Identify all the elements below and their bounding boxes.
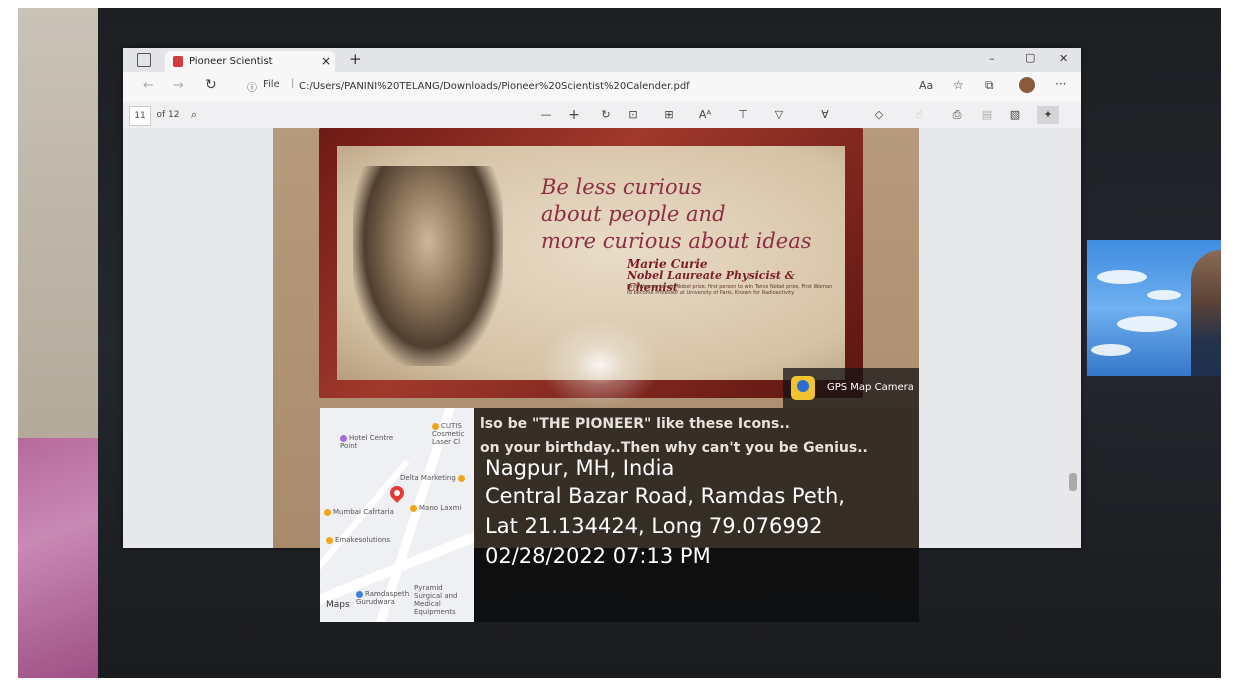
url-prefix: File — [263, 79, 280, 90]
search-icon[interactable]: ⌕ — [187, 106, 201, 124]
text-icon[interactable]: ⊤ — [735, 106, 751, 124]
collections-icon[interactable]: ⧉ — [985, 78, 994, 93]
map-poi-mano: Mano Laxmi — [410, 504, 474, 512]
minimize-button[interactable]: – — [989, 52, 995, 65]
gps-place: Nagpur, MH, India — [485, 456, 675, 480]
scroll-thumb[interactable] — [1069, 473, 1077, 491]
webcam-thumbnail — [1087, 240, 1221, 376]
page-number-input[interactable]: 11 — [129, 106, 151, 126]
refresh-icon[interactable]: ↻ — [205, 77, 217, 93]
tab-actions-icon[interactable] — [137, 53, 151, 67]
quote-line-1: Be less curious — [541, 175, 702, 199]
gps-overlay: Hotel Centre Point CUTIS Cosmetic Laser … — [320, 408, 919, 622]
back-icon[interactable]: ← — [143, 78, 154, 93]
gps-coordinates: Lat 21.134424, Long 79.076992 — [485, 514, 823, 538]
map-poi-hotel: Hotel Centre Point — [340, 434, 394, 450]
read-aloud-icon[interactable]: Aа — [919, 79, 933, 92]
tab-pdf[interactable]: Pioneer Scientist Calender.pdf × — [165, 51, 335, 88]
profile-avatar[interactable] — [1019, 77, 1035, 93]
screen-glare — [540, 320, 660, 410]
tab-close-icon[interactable]: × — [321, 51, 331, 72]
read-aloud-pdf-icon[interactable]: Aᴬ — [697, 106, 713, 124]
save-icon[interactable]: ▤ — [979, 106, 995, 124]
erase-icon[interactable]: ◇ — [871, 106, 887, 124]
map-poi-mumbai: Mumbai Cafrtaria — [324, 508, 394, 516]
zoom-in-button[interactable]: + — [567, 106, 581, 124]
url-field[interactable]: C:/Users/PANINI%20TELANG/Downloads/Pione… — [299, 78, 959, 96]
file-info-icon[interactable]: ⓘ — [247, 79, 257, 94]
maps-logo: Maps — [326, 600, 350, 610]
new-tab-button[interactable]: + — [349, 50, 362, 68]
forward-icon[interactable]: → — [173, 78, 184, 93]
tab-bar: Pioneer Scientist Calender.pdf × + – ▢ ✕ — [123, 48, 1081, 88]
map-poi-delta: Delta Marketing — [400, 474, 474, 482]
pdf-text-line-1: lso be "THE PIONEER" like these Icons.. — [480, 416, 790, 432]
print-icon[interactable]: ⎙ — [949, 106, 965, 124]
highlight-icon[interactable]: ∀ — [817, 106, 833, 124]
quote-text: Be less curious about people and more cu… — [541, 174, 812, 255]
draw-icon[interactable]: ▽ — [771, 106, 787, 124]
close-button[interactable]: ✕ — [1059, 52, 1068, 65]
more-icon[interactable]: ··· — [1055, 77, 1066, 91]
gps-address: Central Bazar Road, Ramdas Peth, — [485, 484, 845, 508]
pink-cloth — [18, 438, 104, 678]
gps-camera-label: GPS Map Camera — [827, 382, 914, 393]
scrollbar[interactable] — [1067, 128, 1079, 548]
quote-line-2: about people and — [541, 202, 726, 226]
address-bar: ← → ↻ ⓘ File | C:/Users/PANINI%20TELANG/… — [123, 72, 1081, 103]
pin-toolbar-icon[interactable]: ✦ — [1037, 106, 1059, 124]
map-poi-emake: Emakesolutions — [326, 536, 416, 544]
fit-page-icon[interactable]: ⊡ — [625, 106, 641, 124]
touch-icon[interactable]: ☝ — [911, 106, 927, 124]
favorite-icon[interactable]: ☆ — [953, 78, 964, 92]
rotate-icon[interactable]: ↻ — [599, 106, 613, 124]
url-separator: | — [291, 78, 295, 89]
page-view-icon[interactable]: ⊞ — [661, 106, 677, 124]
map-poi-gurudwara: Ramdaspeth Gurudwara — [356, 590, 410, 606]
zoom-out-button[interactable]: — — [539, 106, 553, 124]
pdf-toolbar: 11 of 12 ⌕ — + ↻ ⊡ ⊞ Aᴬ ⊤ ▽ ∀ ◇ ☝ ⎙ ▤ ▧ … — [123, 102, 1081, 129]
quote-line-3: more curious about ideas — [541, 229, 812, 253]
pdf-text-line-2: on your birthday..Then why can't you be … — [480, 440, 868, 456]
gps-camera-icon — [791, 376, 815, 400]
map-poi-pyramid: Pyramid Surgical and Medical Equipments — [414, 584, 458, 616]
pdf-icon — [173, 56, 183, 67]
person-image — [1191, 250, 1221, 376]
save-as-icon[interactable]: ▧ — [1007, 106, 1023, 124]
gps-camera-tag: GPS Map Camera — [783, 368, 919, 408]
author-description: First Woman to win Nobel prize, first pe… — [627, 284, 833, 296]
gps-datetime: 02/28/2022 07:13 PM — [485, 544, 711, 568]
portrait-image — [353, 166, 503, 366]
map-thumbnail: Hotel Centre Point CUTIS Cosmetic Laser … — [320, 408, 474, 622]
maximize-button[interactable]: ▢ — [1025, 51, 1035, 64]
page-total: of 12 — [156, 110, 180, 120]
map-poi-cutis: CUTIS Cosmetic Laser Cl — [432, 422, 465, 446]
